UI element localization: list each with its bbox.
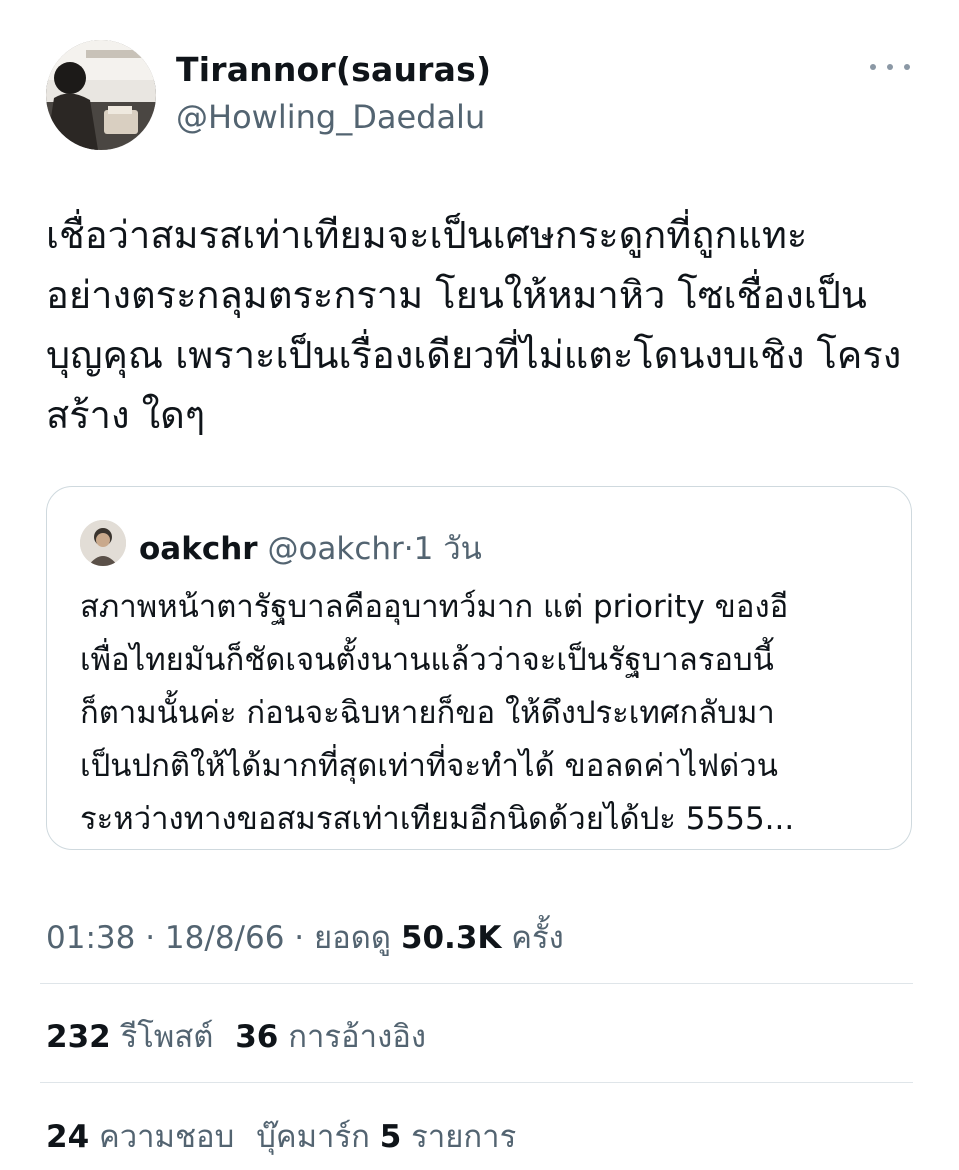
quoted-text-line: เป็นปกติให้ได้มากที่สุดเท่าที่จะทำได้ ขอ… (80, 748, 778, 784)
bookmarks-link[interactable]: บุ๊คมาร์ก 5 รายการ (256, 1119, 516, 1155)
quoted-author-avatar (80, 520, 126, 566)
divider (40, 983, 913, 984)
quoted-text-line: สภาพหน้าตารัฐบาลคืออุบาทว์มาก แต่ priori… (80, 589, 789, 625)
meta-separator: · (294, 920, 305, 956)
tweet-time[interactable]: 01:38 (46, 920, 135, 956)
quoted-separator: · (403, 531, 414, 567)
tweet-text-line: บุญคุณ เพราะเป็นเรื่องเดียวที่ไม่แตะโดนง… (46, 333, 902, 377)
tweet-text: เชื่อว่าสมรสเท่าเทียมจะเป็นเศษกระดูกที่ถ… (46, 205, 926, 445)
quoted-author-name: oakchr (139, 531, 258, 567)
tweet: Tirannor(sauras) @Howling_Daedalu เชื่อว… (0, 0, 959, 1170)
quotes-label: การอ้างอิง (288, 1019, 426, 1055)
more-options-button[interactable] (870, 52, 910, 82)
quoted-author-handle: @oakchr (267, 531, 404, 567)
quotes-link[interactable]: 36 การอ้างอิง (235, 1019, 426, 1055)
stats-row-reposts: 232 รีโพสต์ 36 การอ้างอิง (46, 1011, 426, 1061)
author-handle[interactable]: @Howling_Daedalu (176, 98, 485, 136)
quoted-text-line: เพื่อไทยมันก็ชัดเจนตั้งนานแล้วว่าจะเป็นร… (80, 642, 774, 678)
tweet-meta: 01:38 · 18/8/66 · ยอดดู 50.3K ครั้ง (46, 912, 564, 962)
tweet-text-line: อย่างตระกลุมตระกราม โยนให้หมาหิว โซเชื่อ… (46, 273, 867, 317)
ellipsis-icon (904, 64, 910, 70)
ellipsis-icon (870, 64, 876, 70)
divider (40, 1082, 913, 1083)
views-count: 50.3K (400, 920, 502, 956)
reposts-link[interactable]: 232 รีโพสต์ (46, 1019, 213, 1055)
likes-count: 24 (46, 1119, 90, 1155)
ellipsis-icon (887, 64, 893, 70)
quoted-text: สภาพหน้าตารัฐบาลคืออุบาทว์มาก แต่ priori… (80, 581, 900, 846)
quoted-header: oakchr @oakchr·1 วัน (139, 523, 482, 573)
bookmarks-count: 5 (379, 1119, 402, 1155)
quoted-tweet-card[interactable]: oakchr @oakchr·1 วัน สภาพหน้าตารัฐบาลคือ… (46, 486, 912, 850)
tweet-text-line: สร้าง ใดๆ (46, 393, 206, 437)
quoted-time: 1 วัน (413, 531, 482, 567)
reposts-count: 232 (46, 1019, 111, 1055)
tweet-date[interactable]: 18/8/66 (165, 920, 285, 956)
stats-row-likes: 24 ความชอบ บุ๊คมาร์ก 5 รายการ (46, 1111, 516, 1161)
person-photo-avatar-icon (46, 40, 156, 150)
author-name[interactable]: Tirannor(sauras) (176, 50, 491, 89)
likes-label: ความชอบ (99, 1119, 235, 1155)
meta-separator: · (145, 920, 156, 956)
bookmarks-suffix: รายการ (411, 1119, 517, 1155)
tweet-text-line: เชื่อว่าสมรสเท่าเทียมจะเป็นเศษกระดูกที่ถ… (46, 213, 808, 257)
bookmarks-label: บุ๊คมาร์ก (256, 1119, 370, 1155)
likes-link[interactable]: 24 ความชอบ (46, 1119, 234, 1155)
views-label: ยอดดู (314, 920, 392, 956)
quoted-text-line: ระหว่างทางขอสมรสเท่าเทียมอีกนิดด้วยได้ปะ… (80, 801, 795, 837)
quotes-count: 36 (235, 1019, 279, 1055)
quoted-text-line: ก็ตามนั้นค่ะ ก่อนจะฉิบหายก็ขอ ให้ดึงประเ… (80, 695, 775, 731)
author-avatar[interactable] (46, 40, 156, 150)
reposts-label: รีโพสต์ (120, 1019, 214, 1055)
views-suffix: ครั้ง (511, 920, 564, 956)
person-photo-avatar-icon (80, 520, 126, 566)
